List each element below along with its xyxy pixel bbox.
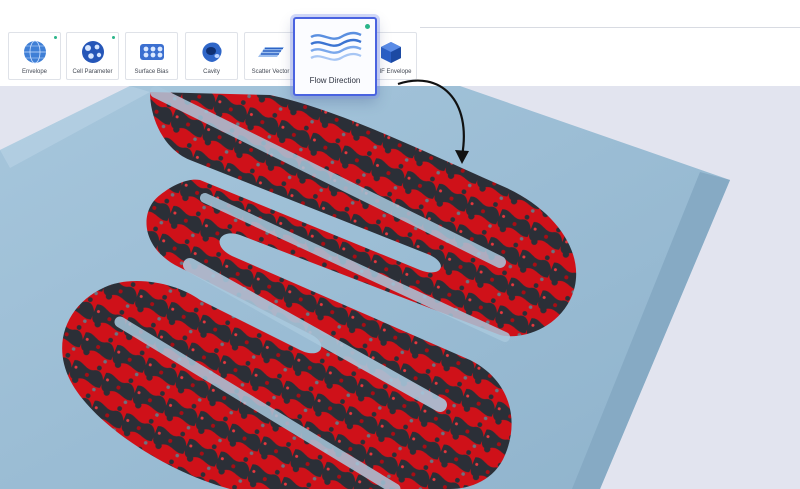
3d-viewport[interactable]	[0, 86, 800, 489]
flow-waves-icon	[310, 31, 362, 61]
tool-cavity[interactable]: Cavity	[185, 32, 238, 80]
tool-flow-direction[interactable]: Flow Direction	[293, 17, 377, 96]
tool-scatter-vector[interactable]: Scatter Vector	[244, 32, 297, 80]
cube-icon	[380, 42, 401, 63]
globe-mesh-icon	[23, 40, 46, 64]
status-badge	[54, 36, 57, 39]
scatter-vector-icon	[257, 47, 284, 57]
status-badge	[112, 36, 115, 39]
tool-label: Scatter Vector	[251, 69, 290, 75]
tool-label: Envelope	[21, 69, 48, 75]
tool-surface-bias[interactable]: Surface Bias	[125, 32, 178, 80]
tool-label: Cavity	[203, 69, 220, 75]
tool-cell-parameter[interactable]: Cell Parameter	[66, 32, 119, 80]
cell-lattice-icon	[81, 41, 104, 63]
feature-toolbar: Envelope Cell Parameter Surface Bias Cav…	[0, 17, 420, 96]
tool-label: Flow Direction	[309, 76, 361, 85]
tool-label: Surface Bias	[134, 69, 169, 75]
tool-envelope[interactable]: Envelope	[8, 32, 61, 80]
cavity-icon	[201, 42, 222, 62]
tool-label: Cell Parameter	[72, 69, 113, 75]
lattice-model-render	[0, 86, 730, 489]
surface-bias-icon	[139, 44, 164, 60]
top-bar	[0, 0, 800, 28]
status-badge	[365, 24, 370, 29]
